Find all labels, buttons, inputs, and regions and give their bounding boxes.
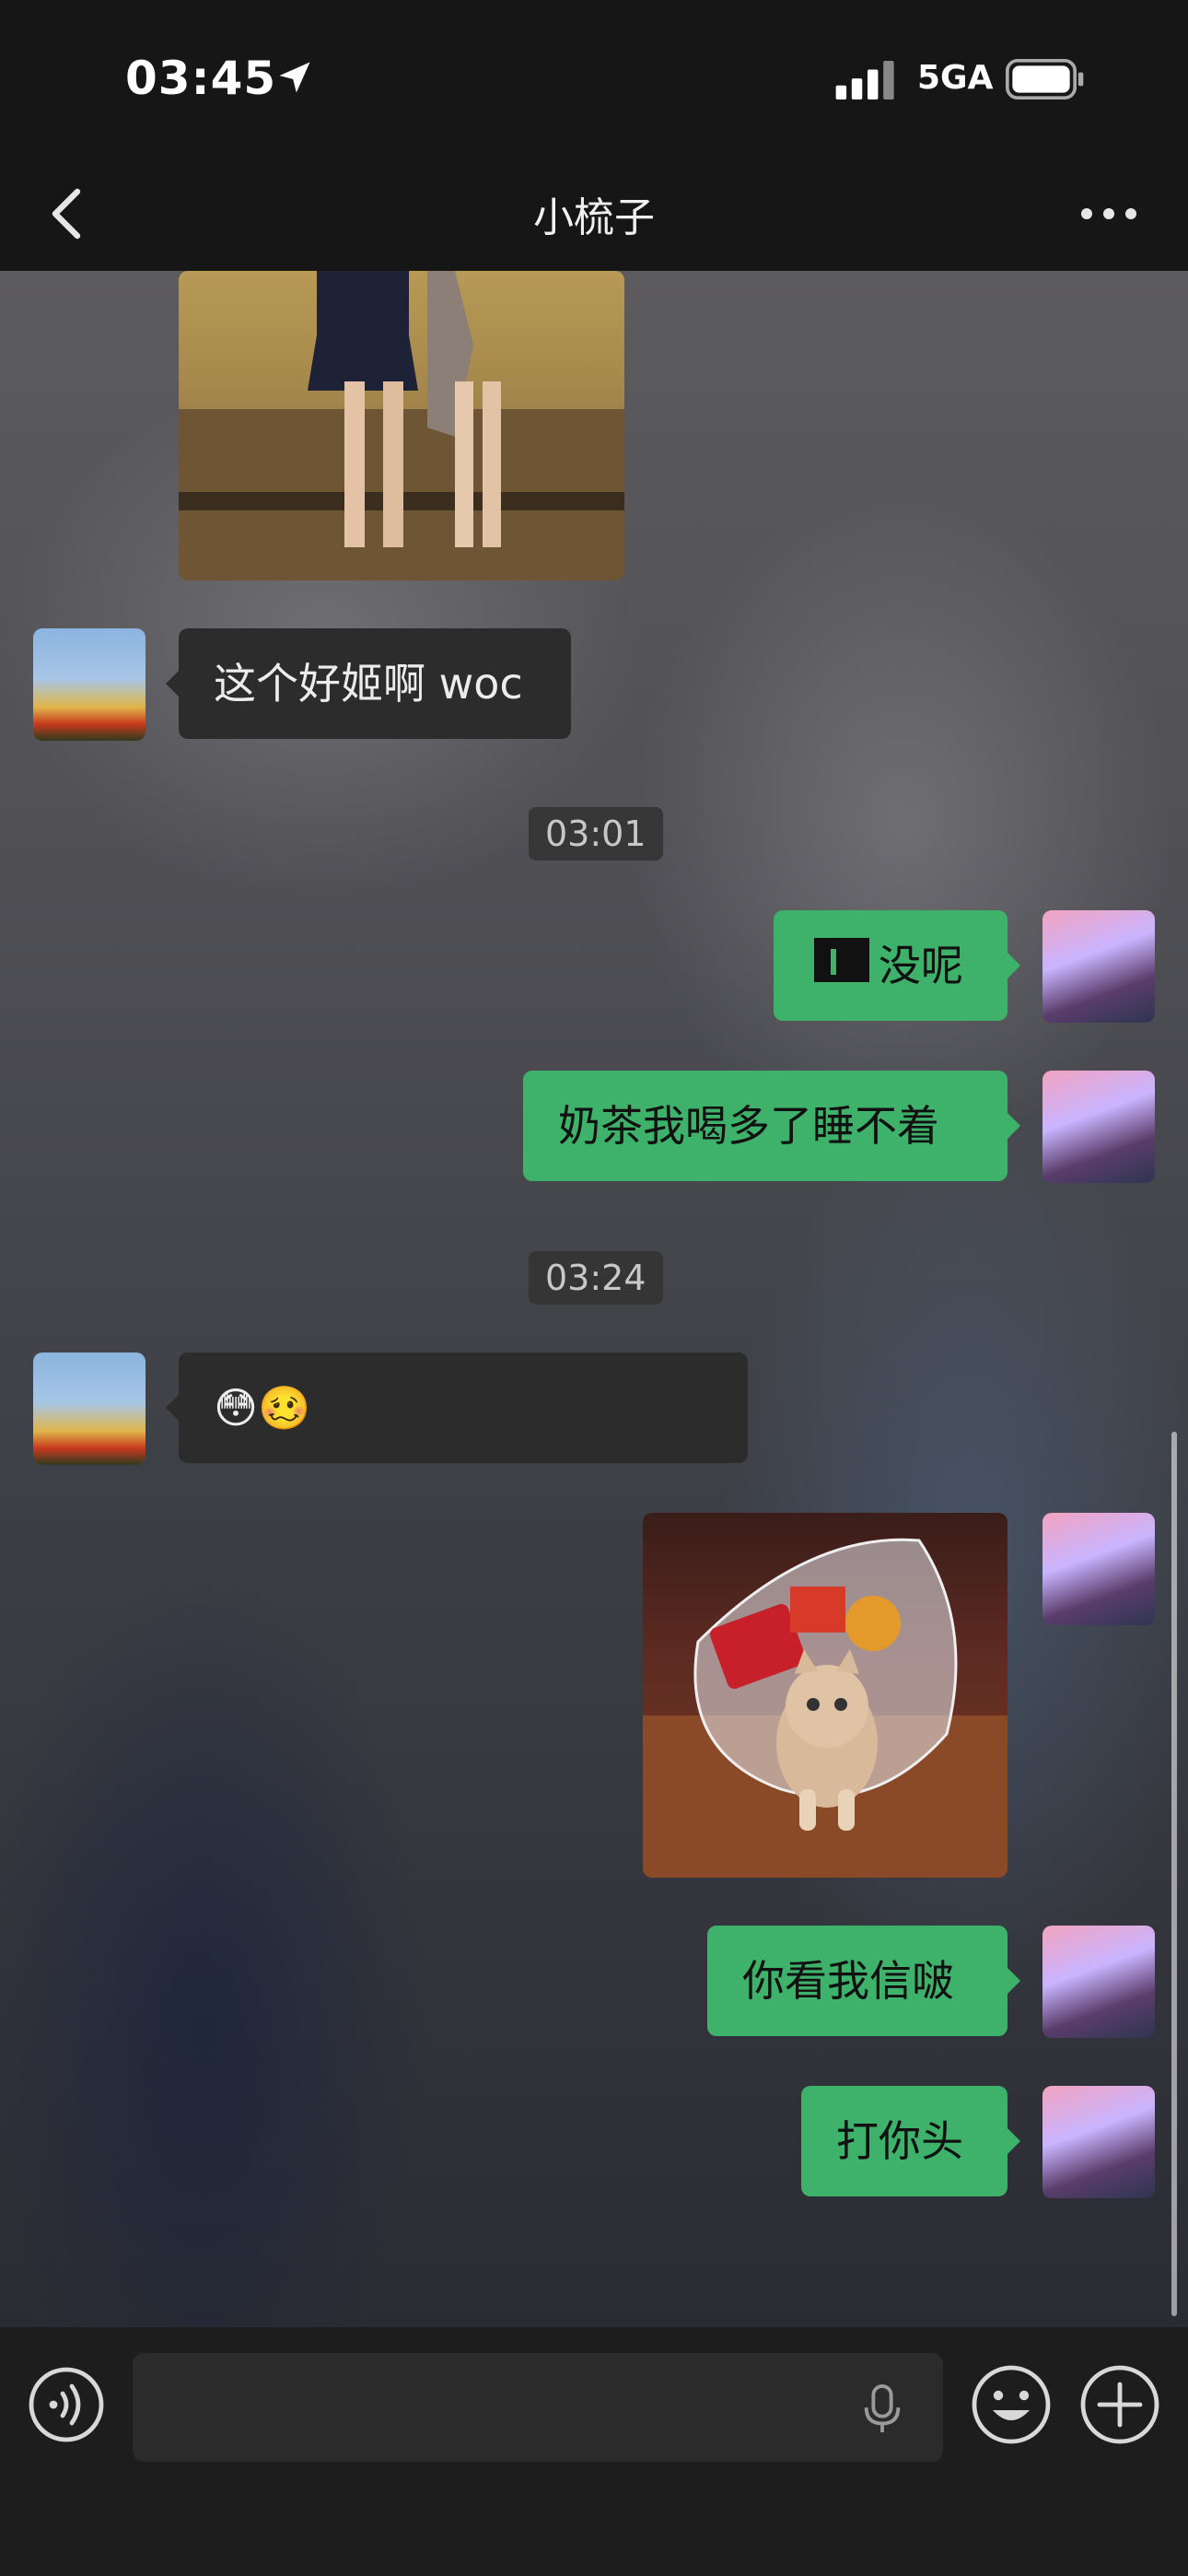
more-options-button[interactable] — [1076, 193, 1142, 234]
image-message-outgoing[interactable] — [643, 1513, 1007, 1878]
redacted-mark-icon — [814, 938, 869, 982]
scrollbar[interactable] — [1171, 1432, 1177, 2316]
contact-avatar[interactable] — [33, 628, 146, 741]
chat-header: 小梳子 — [0, 157, 1188, 271]
chat-title: 小梳子 — [533, 194, 655, 241]
message-bubble-incoming[interactable]: 这个好姬啊 woc — [166, 628, 571, 739]
my-avatar[interactable] — [1042, 1071, 1155, 1183]
message-bubble-outgoing[interactable]: 没呢 — [774, 910, 1020, 1021]
status-bar: 03:45 5GA — [0, 0, 1188, 157]
my-avatar[interactable] — [1042, 1513, 1155, 1625]
message-bubble-outgoing[interactable]: 打你头 — [801, 2086, 1020, 2196]
message-timestamp: 03:01 — [529, 807, 663, 861]
cat-in-bag-image — [643, 1538, 1007, 1878]
my-avatar[interactable] — [1042, 910, 1155, 1023]
legs-photo-image — [179, 271, 624, 580]
message-input[interactable] — [133, 2353, 943, 2462]
voice-mode-button[interactable] — [28, 2366, 105, 2443]
more-functions-plus-button[interactable] — [1079, 2364, 1160, 2445]
message-text: 没呢 — [879, 941, 963, 990]
location-arrow-icon — [279, 62, 310, 93]
message-timestamp: 03:24 — [529, 1251, 663, 1305]
my-avatar[interactable] — [1042, 2086, 1155, 2198]
input-bar — [0, 2327, 1188, 2576]
emoji-button[interactable] — [971, 2364, 1052, 2445]
message-bubble-incoming[interactable]: 😳🥴 — [166, 1352, 748, 1463]
message-bubble-outgoing[interactable]: 奶茶我喝多了睡不着 — [523, 1071, 1020, 1181]
message-bubble-outgoing[interactable]: 你看我信啵 — [707, 1926, 1020, 2036]
my-avatar[interactable] — [1042, 1926, 1155, 2038]
network-type: 5GA — [917, 59, 994, 97]
contact-avatar[interactable] — [33, 1352, 146, 1465]
chat-messages[interactable]: 这个好姬啊 woc 03:01 没呢 奶茶我喝多了睡不着 03:24 😳🥴 你看… — [0, 271, 1188, 2327]
image-message-incoming[interactable] — [179, 271, 624, 580]
cellular-signal-icon — [835, 61, 894, 100]
status-time: 03:45 — [125, 52, 277, 105]
battery-icon — [1006, 59, 1084, 100]
microphone-icon[interactable] — [860, 2384, 904, 2434]
